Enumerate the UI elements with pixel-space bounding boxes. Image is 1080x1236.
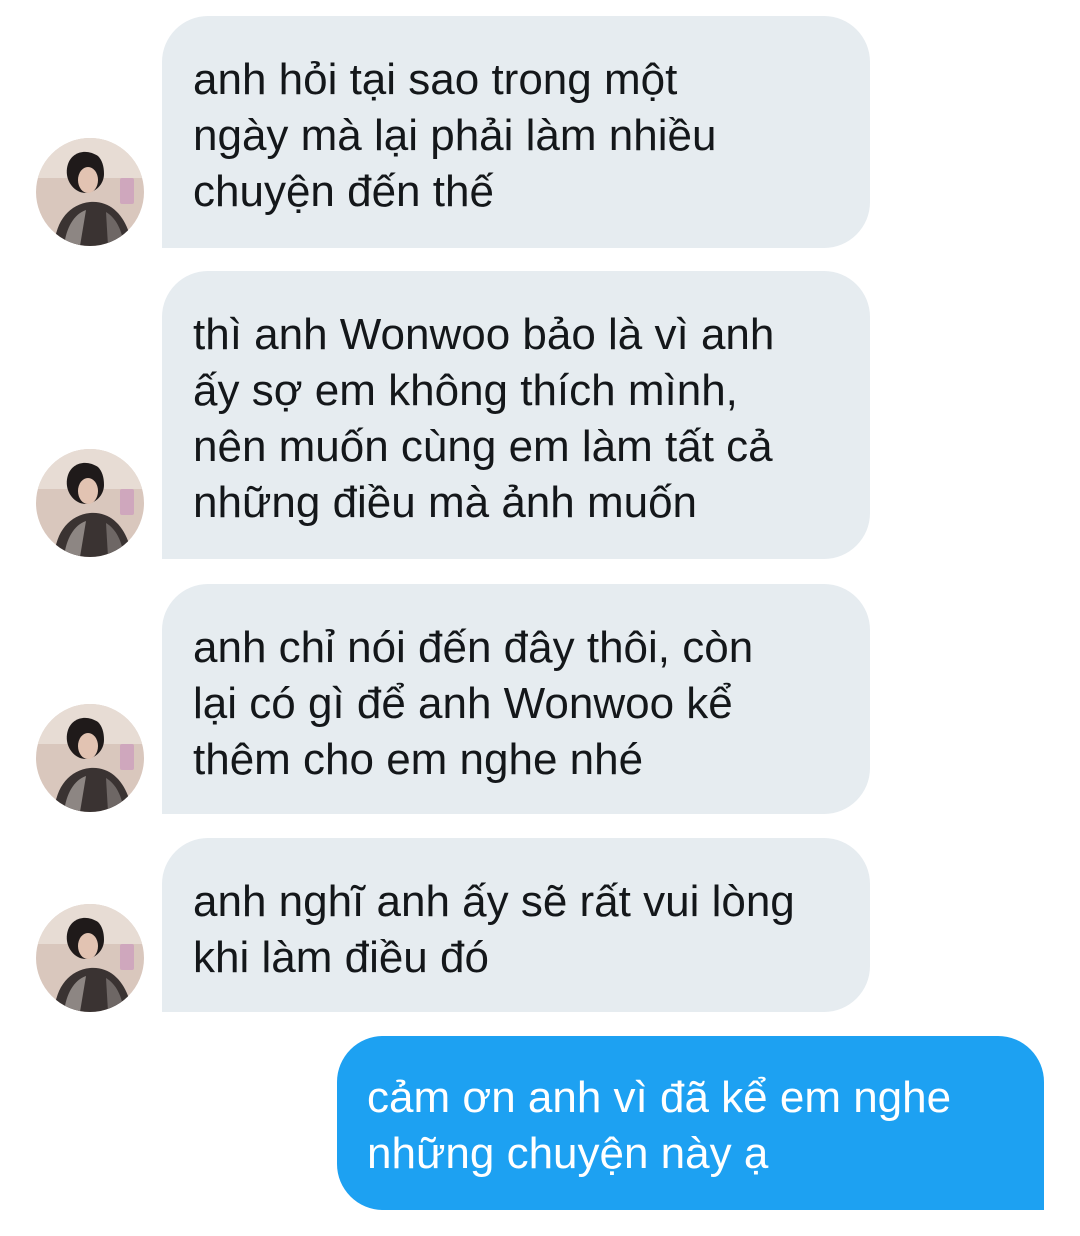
message-bubble-incoming[interactable]: anh chỉ nói đến đây thôi, còn lại có gì …	[162, 584, 870, 814]
user-avatar-photo-icon	[36, 138, 144, 246]
message-row-incoming: anh chỉ nói đến đây thôi, còn lại có gì …	[0, 584, 1080, 814]
message-text-line: thêm cho em nghe nhé	[193, 735, 644, 784]
message-text-line: lại có gì để anh Wonwoo kể	[193, 679, 733, 728]
message-text-line: thì anh Wonwoo bảo là vì anh	[193, 310, 775, 359]
message-text-line: khi làm điều đó	[193, 933, 489, 982]
user-avatar-photo-icon	[36, 704, 144, 812]
message-row-incoming: anh nghĩ anh ấy sẽ rất vui lòng khi làm …	[0, 838, 1080, 1012]
message-text-line: ấy sợ em không thích mình,	[193, 366, 738, 415]
message-text-line: anh hỏi tại sao trong một	[193, 55, 678, 104]
message-thread: anh hỏi tại sao trong một ngày mà lại ph…	[0, 0, 1080, 1236]
sender-avatar[interactable]	[36, 449, 144, 557]
message-text-line: chuyện đến thế	[193, 167, 494, 216]
sender-avatar[interactable]	[36, 904, 144, 1012]
message-text-line: anh chỉ nói đến đây thôi, còn	[193, 623, 754, 672]
message-text-line: ngày mà lại phải làm nhiều	[193, 111, 717, 160]
user-avatar-photo-icon	[36, 449, 144, 557]
message-row-incoming: anh hỏi tại sao trong một ngày mà lại ph…	[0, 16, 1080, 248]
message-text-line: những chuyện này ạ	[367, 1129, 769, 1178]
message-text-line: nên muốn cùng em làm tất cả	[193, 422, 773, 471]
sender-avatar[interactable]	[36, 138, 144, 246]
message-bubble-incoming[interactable]: anh hỏi tại sao trong một ngày mà lại ph…	[162, 16, 870, 248]
message-row-outgoing: cảm ơn anh vì đã kể em nghe những chuyện…	[0, 1036, 1080, 1210]
message-text-line: anh nghĩ anh ấy sẽ rất vui lòng	[193, 877, 795, 926]
sender-avatar[interactable]	[36, 704, 144, 812]
message-bubble-incoming[interactable]: anh nghĩ anh ấy sẽ rất vui lòng khi làm …	[162, 838, 870, 1012]
message-text-line: những điều mà ảnh muốn	[193, 478, 698, 527]
user-avatar-photo-icon	[36, 904, 144, 1012]
message-bubble-outgoing[interactable]: cảm ơn anh vì đã kể em nghe những chuyện…	[337, 1036, 1044, 1210]
message-bubble-incoming[interactable]: thì anh Wonwoo bảo là vì anh ấy sợ em kh…	[162, 271, 870, 559]
message-text-line: cảm ơn anh vì đã kể em nghe	[367, 1073, 952, 1122]
message-row-incoming: thì anh Wonwoo bảo là vì anh ấy sợ em kh…	[0, 271, 1080, 559]
